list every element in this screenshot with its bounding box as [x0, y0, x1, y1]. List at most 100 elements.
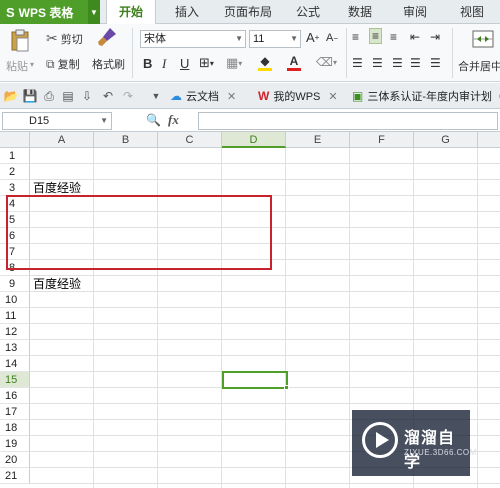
- row-header[interactable]: 11: [0, 308, 30, 324]
- close-icon[interactable]: ✕: [227, 90, 236, 103]
- tab-review[interactable]: 审阅: [395, 0, 435, 24]
- row-header[interactable]: 19: [0, 436, 30, 452]
- formula-bar: D15 ▼ 🔍 fx: [0, 110, 500, 132]
- fill-pattern-icon[interactable]: ▦ ▾: [226, 55, 242, 71]
- row-header[interactable]: 15: [0, 372, 30, 388]
- row-header[interactable]: 12: [0, 324, 30, 340]
- borders-icon[interactable]: ⊞ ▾: [199, 55, 214, 71]
- tab-view[interactable]: 视图: [452, 0, 492, 24]
- row-header[interactable]: 20: [0, 452, 30, 468]
- print-icon[interactable]: ⎙: [41, 88, 57, 104]
- print-preview-icon[interactable]: ▤: [60, 88, 76, 104]
- align-bottom-icon[interactable]: ≡: [390, 30, 397, 44]
- increase-indent-icon[interactable]: ⇥: [430, 30, 440, 44]
- row-header[interactable]: 13: [0, 340, 30, 356]
- undo-icon[interactable]: ↶: [100, 88, 116, 104]
- copy-button[interactable]: ⧉ 复制: [46, 56, 80, 72]
- wps-app-menu-button[interactable]: S WPS 表格 ▼: [0, 0, 100, 24]
- format-painter-button[interactable]: [96, 26, 118, 48]
- sheet-icon: ▣: [352, 89, 364, 103]
- font-name-value: 宋体: [144, 33, 166, 45]
- row-header[interactable]: 17: [0, 404, 30, 420]
- increase-font-size-icon[interactable]: A +: [306, 30, 319, 45]
- fill-color-icon[interactable]: ◆: [258, 54, 272, 71]
- format-painter-label: 格式刷: [92, 59, 125, 71]
- ribbon-tab-strip: S WPS 表格 ▼ 开始 插入 页面布局 公式 数据 审阅 视图: [0, 0, 500, 25]
- row-header[interactable]: 3: [0, 180, 30, 196]
- chevron-down-icon[interactable]: ▼: [88, 0, 100, 24]
- row-header[interactable]: 21: [0, 468, 30, 484]
- underline-icon[interactable]: U: [180, 56, 189, 71]
- align-right-icon[interactable]: ☰: [392, 56, 403, 70]
- play-icon: [362, 422, 398, 458]
- quick-access-toolbar: 📂 💾 ⎙ ▤ ⇩ ↶ ↷ ▼ ☁ 云文档 ✕ W 我的WPS ✕ ▣ 三体系认…: [0, 83, 500, 109]
- column-header-e[interactable]: E: [286, 132, 350, 148]
- align-top-icon[interactable]: ≡: [352, 30, 359, 44]
- chevron-down-icon: ▼: [290, 34, 298, 43]
- brush-icon: [98, 28, 116, 46]
- paste-button[interactable]: [6, 28, 34, 52]
- chevron-down-icon[interactable]: ▼: [100, 113, 108, 129]
- tab-data[interactable]: 数据: [340, 0, 380, 24]
- align-left-icon[interactable]: ☰: [352, 56, 363, 70]
- column-header-b[interactable]: B: [94, 132, 158, 148]
- active-cell-d15[interactable]: [222, 371, 288, 389]
- cell-a9[interactable]: 百度经验: [33, 276, 81, 292]
- copy-label: 复制: [57, 59, 80, 71]
- row-header[interactable]: 10: [0, 292, 30, 308]
- ribbon-separator: [452, 28, 453, 78]
- tab-home[interactable]: 开始: [106, 0, 156, 25]
- cut-button[interactable]: ✂ 剪切: [46, 30, 83, 47]
- font-name-select[interactable]: 宋体 ▼: [140, 30, 246, 48]
- italic-icon[interactable]: I: [162, 56, 166, 72]
- row-header[interactable]: 9: [0, 276, 30, 292]
- justify-icon[interactable]: ☰: [410, 56, 421, 70]
- doc-tab-label: 云文档: [186, 91, 219, 103]
- font-size-select[interactable]: 11 ▼: [249, 30, 301, 48]
- merge-center-label: 合并居中: [458, 61, 500, 73]
- font-color-icon[interactable]: A: [287, 54, 301, 71]
- tab-insert[interactable]: 插入: [166, 0, 208, 24]
- watermark-logo: 溜溜自学 ZIXUE.3D66.COM: [352, 410, 476, 476]
- highlight-annotation-box: [6, 195, 272, 270]
- doc-tab-workbook[interactable]: ▣ 三体系认证-年度内审计划（: [352, 86, 500, 106]
- row-header[interactable]: 2: [0, 164, 30, 180]
- select-all-corner[interactable]: [0, 132, 30, 148]
- column-header-d[interactable]: D: [222, 132, 286, 148]
- doc-tab-label: 我的WPS: [273, 91, 321, 103]
- align-center-icon[interactable]: ☰: [372, 56, 383, 70]
- tab-formulas[interactable]: 公式: [288, 0, 328, 24]
- open-folder-icon[interactable]: 📂: [3, 88, 19, 104]
- name-box[interactable]: D15 ▼: [2, 112, 112, 130]
- column-header-overflow[interactable]: [478, 132, 500, 148]
- column-header-f[interactable]: F: [350, 132, 414, 148]
- decrease-font-size-icon[interactable]: A −: [326, 32, 338, 44]
- redo-icon[interactable]: ↷: [120, 88, 136, 104]
- row-header[interactable]: 14: [0, 356, 30, 372]
- doc-tab-mywps[interactable]: W 我的WPS ✕: [258, 86, 338, 106]
- decrease-indent-icon[interactable]: ⇤: [410, 30, 420, 44]
- row-header[interactable]: 18: [0, 420, 30, 436]
- align-middle-icon[interactable]: ≡: [369, 28, 383, 44]
- cell-a3[interactable]: 百度经验: [33, 180, 81, 196]
- row-header[interactable]: 16: [0, 388, 30, 404]
- tab-page-layout[interactable]: 页面布局: [218, 0, 278, 24]
- fill-handle[interactable]: [284, 385, 289, 390]
- formula-input[interactable]: [198, 112, 498, 130]
- column-header-g[interactable]: G: [414, 132, 478, 148]
- doc-tab-cloud[interactable]: ☁ 云文档 ✕: [170, 86, 236, 106]
- export-icon[interactable]: ⇩: [79, 88, 95, 104]
- clear-format-icon[interactable]: ⌫ ▾: [316, 55, 337, 69]
- paste-dropdown-icon[interactable]: ▾: [30, 60, 34, 69]
- customize-toolbar-icon[interactable]: ▼: [148, 88, 164, 104]
- close-icon[interactable]: ✕: [328, 90, 337, 103]
- merge-center-button[interactable]: [472, 28, 494, 50]
- zoom-search-icon[interactable]: 🔍: [146, 113, 161, 127]
- save-icon[interactable]: 💾: [22, 88, 38, 104]
- bold-icon[interactable]: B: [143, 56, 152, 71]
- fx-icon[interactable]: fx: [168, 112, 179, 128]
- column-header-a[interactable]: A: [30, 132, 94, 148]
- row-header[interactable]: 1: [0, 148, 30, 164]
- distributed-icon[interactable]: ☰: [430, 56, 441, 70]
- column-header-c[interactable]: C: [158, 132, 222, 148]
